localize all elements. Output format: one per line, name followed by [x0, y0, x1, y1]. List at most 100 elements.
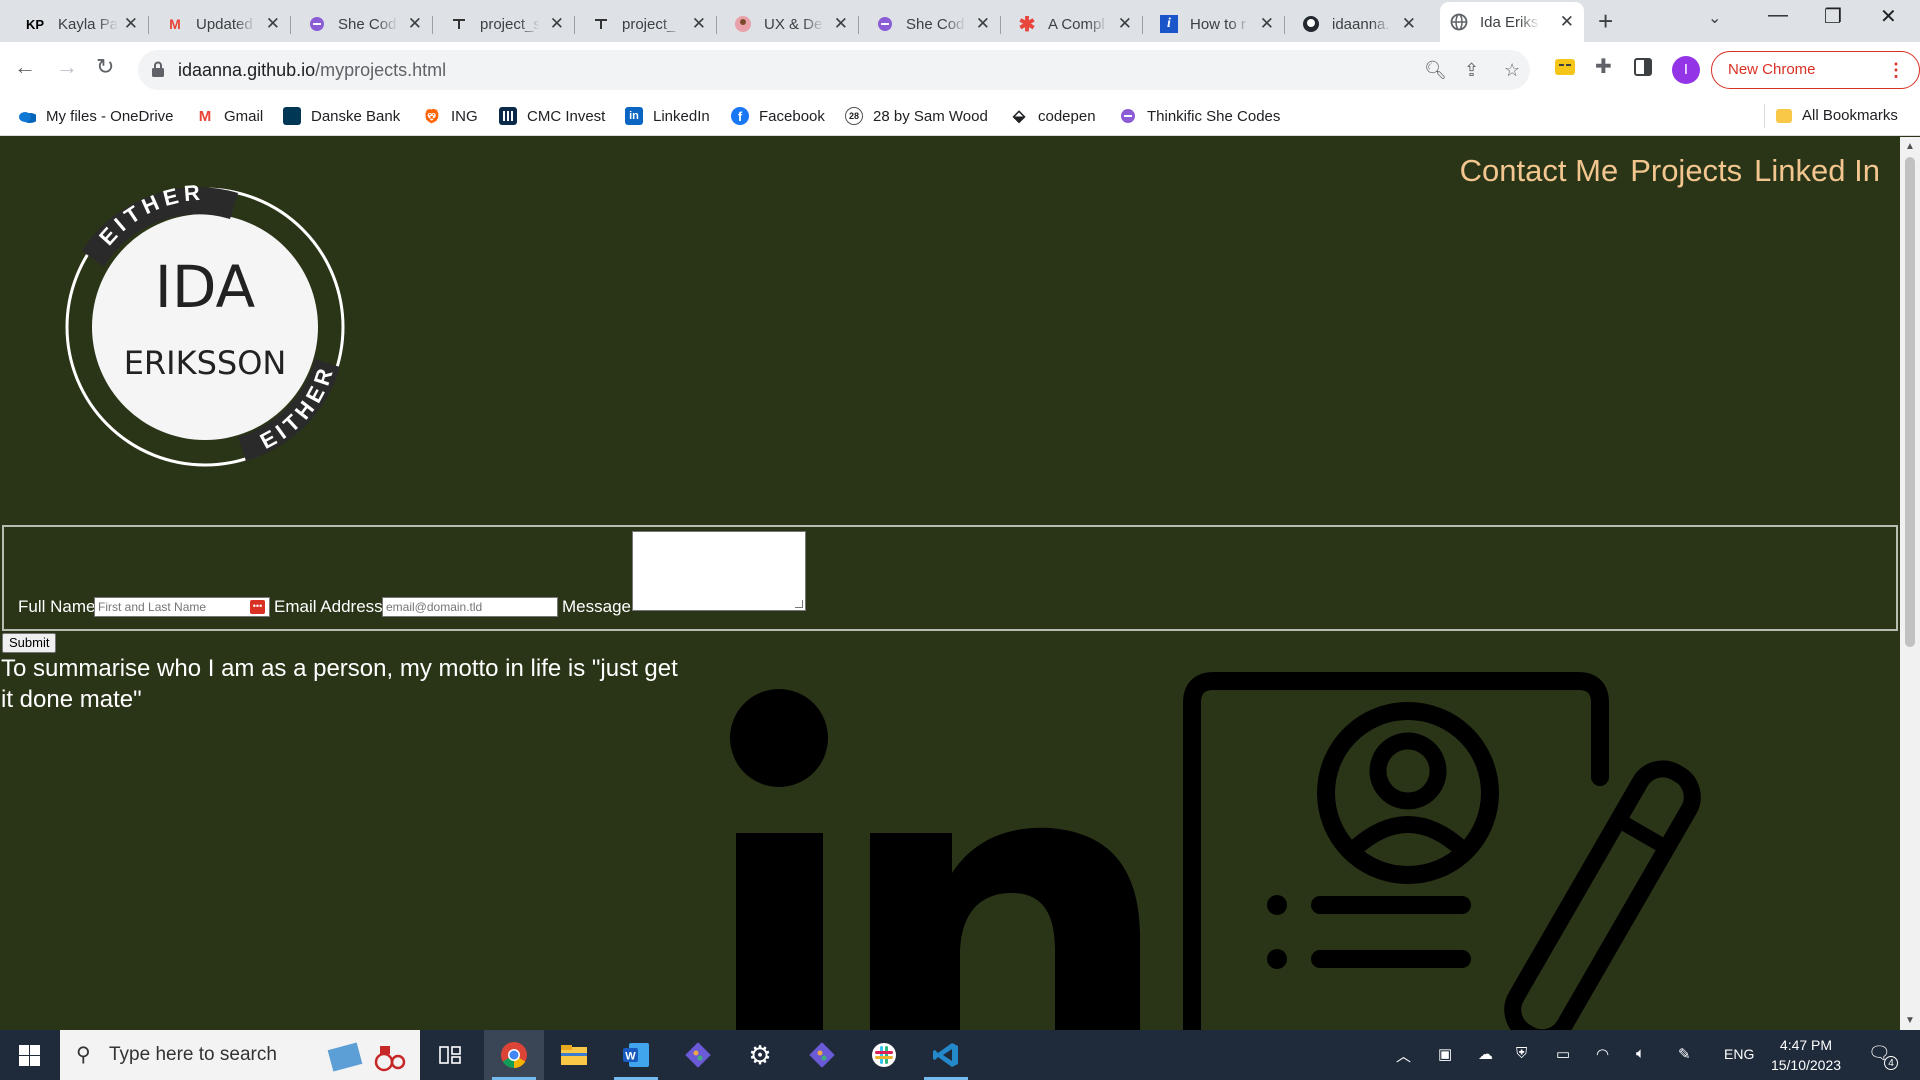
bookmark-item[interactable]: 28 28 by Sam Wood: [845, 107, 988, 125]
close-icon[interactable]: ✕: [266, 15, 280, 33]
github-icon: [1302, 15, 1320, 33]
close-icon[interactable]: ✕: [1118, 15, 1132, 33]
bookmark-item[interactable]: in LinkedIn: [625, 107, 710, 125]
close-icon[interactable]: ✕: [834, 15, 848, 33]
bookmark-item[interactable]: ⬙ codepen: [1010, 107, 1096, 126]
bookmark-item[interactable]: My files - OneDrive: [18, 107, 174, 125]
new-tab-icon[interactable]: +: [1598, 6, 1613, 37]
forward-icon[interactable]: →: [56, 54, 78, 80]
windows-start-icon[interactable]: [19, 1045, 40, 1066]
browser-tab[interactable]: project_ ✕: [582, 6, 717, 42]
scroll-up-icon[interactable]: ▲: [1905, 141, 1915, 152]
battery-icon[interactable]: ▭: [1556, 1045, 1570, 1063]
close-icon[interactable]: ✕: [550, 15, 564, 33]
extension-icon[interactable]: [1554, 56, 1576, 78]
bookmark-item[interactable]: CMC Invest: [499, 107, 605, 125]
divider: [1764, 104, 1765, 128]
taskbar-search[interactable]: ⚲ Type here to search: [60, 1030, 420, 1080]
security-icon[interactable]: ⛨: [1516, 1045, 1527, 1062]
pen-icon[interactable]: ✎: [1678, 1045, 1691, 1063]
slack-icon[interactable]: [854, 1030, 914, 1080]
volume-icon[interactable]: 🔈︎: [1636, 1045, 1645, 1062]
site-logo[interactable]: EITHER EITHER IDA ERIKSSON: [60, 179, 350, 469]
chevron-up-icon[interactable]: ︿: [1396, 1045, 1411, 1066]
puzzle-icon[interactable]: ✚: [1595, 54, 1612, 79]
task-view-icon[interactable]: [420, 1030, 480, 1080]
minimize-icon[interactable]: —: [1768, 4, 1788, 27]
browser-tab[interactable]: She Cod ✕: [298, 6, 433, 42]
settings-icon[interactable]: ⚙: [730, 1030, 790, 1080]
close-icon[interactable]: ✕: [124, 15, 138, 33]
browser-tab[interactable]: project_s ✕: [440, 6, 575, 42]
close-icon[interactable]: ✕: [1560, 13, 1574, 31]
scroll-down-icon[interactable]: ▼: [1905, 1015, 1915, 1026]
system-clock[interactable]: 4:47 PM 15/10/2023: [1766, 1035, 1846, 1075]
autofill-icon[interactable]: •••: [250, 600, 265, 614]
update-chrome-button[interactable]: New Chrome available⋮: [1711, 51, 1920, 114]
close-icon[interactable]: ✕: [1402, 15, 1416, 33]
scrollbar-thumb[interactable]: [1905, 157, 1915, 647]
site-nav: Contact Me Projects Linked In: [1460, 153, 1880, 189]
vscode-icon[interactable]: [916, 1030, 976, 1080]
nav-link-projects[interactable]: Projects: [1630, 153, 1742, 189]
onedrive-icon: [18, 107, 36, 125]
chrome-icon[interactable]: [484, 1030, 544, 1080]
browser-tab-active[interactable]: Ida Eriks ✕: [1440, 2, 1584, 42]
browser-tab[interactable]: M Updated ✕: [156, 6, 291, 42]
word-icon[interactable]: W: [606, 1030, 666, 1080]
maximize-icon[interactable]: ❐: [1824, 4, 1842, 29]
linkedin-icon[interactable]: [720, 688, 1150, 1030]
full-name-input[interactable]: First and Last Name •••: [94, 597, 270, 617]
bookmark-item[interactable]: M Gmail: [196, 107, 263, 125]
browser-tab[interactable]: i How to r ✕: [1150, 6, 1285, 42]
submit-button[interactable]: Submit: [2, 633, 57, 653]
git-icon[interactable]: [668, 1030, 728, 1080]
avatar[interactable]: I: [1672, 56, 1700, 84]
close-icon[interactable]: ✕: [1260, 15, 1274, 33]
side-panel-icon[interactable]: [1634, 58, 1652, 76]
bookmark-item[interactable]: Thinkific She Codes: [1119, 107, 1280, 125]
file-explorer-icon[interactable]: [544, 1030, 604, 1080]
linkedin-icon: in: [625, 107, 643, 125]
zoom-icon[interactable]: 🔍︎: [1424, 60, 1447, 81]
bookmark-item[interactable]: f Facebook: [731, 107, 825, 125]
gmail-icon: M: [198, 107, 212, 125]
git-icon[interactable]: [792, 1030, 852, 1080]
resize-handle[interactable]: [795, 600, 803, 608]
close-icon[interactable]: ✕: [692, 15, 706, 33]
email-input[interactable]: email@domain.tld: [382, 597, 558, 617]
browser-tab[interactable]: idaanna. ✕: [1292, 6, 1426, 42]
address-bar[interactable]: idaanna.github.io/myprojects.html 🔍︎ ⇪ ☆: [138, 50, 1530, 90]
contact-form-icon[interactable]: [1180, 643, 1720, 1030]
message-textarea[interactable]: [632, 531, 806, 611]
ing-icon: 🦁︎: [423, 107, 441, 124]
bookmark-star-icon[interactable]: ☆: [1504, 60, 1520, 81]
onedrive-icon[interactable]: ☁: [1478, 1045, 1493, 1063]
language-indicator[interactable]: ENG: [1724, 1046, 1754, 1062]
close-window-icon[interactable]: ✕: [1880, 4, 1897, 29]
message-label: Message: [562, 597, 631, 616]
info-icon: i: [1160, 15, 1178, 33]
browser-tab[interactable]: UX & De ✕: [724, 6, 859, 42]
share-icon[interactable]: ⇪: [1464, 60, 1479, 81]
email-label: Email Address: [274, 597, 383, 616]
browser-tab[interactable]: She Cod ✕: [866, 6, 1001, 42]
bookmark-item[interactable]: 🦁︎ ING: [423, 107, 478, 125]
reload-icon[interactable]: ↻: [96, 54, 114, 80]
wifi-icon[interactable]: ◠: [1596, 1045, 1609, 1063]
search-highlight-icon: [327, 1042, 406, 1072]
meet-icon[interactable]: ▣: [1438, 1045, 1452, 1063]
browser-tab[interactable]: KP Kayla Pa ✕: [14, 6, 149, 42]
chevron-down-icon[interactable]: ⌄: [1708, 8, 1721, 28]
browser-tab[interactable]: ✱ A Compl ✕: [1008, 6, 1143, 42]
asterisk-icon: ✱: [1018, 13, 1036, 36]
nav-link-contact[interactable]: Contact Me: [1460, 153, 1619, 189]
close-icon[interactable]: ✕: [408, 15, 422, 33]
nav-link-linkedin[interactable]: Linked In: [1754, 153, 1880, 189]
page-scrollbar[interactable]: ▲ ▼: [1900, 137, 1920, 1030]
close-icon[interactable]: ✕: [976, 15, 990, 33]
notification-count-badge: 4: [1884, 1056, 1898, 1070]
bookmark-item[interactable]: Danske Bank: [283, 107, 400, 125]
all-bookmarks-button[interactable]: All Bookmarks: [1776, 107, 1898, 124]
back-icon[interactable]: ←: [14, 54, 36, 80]
